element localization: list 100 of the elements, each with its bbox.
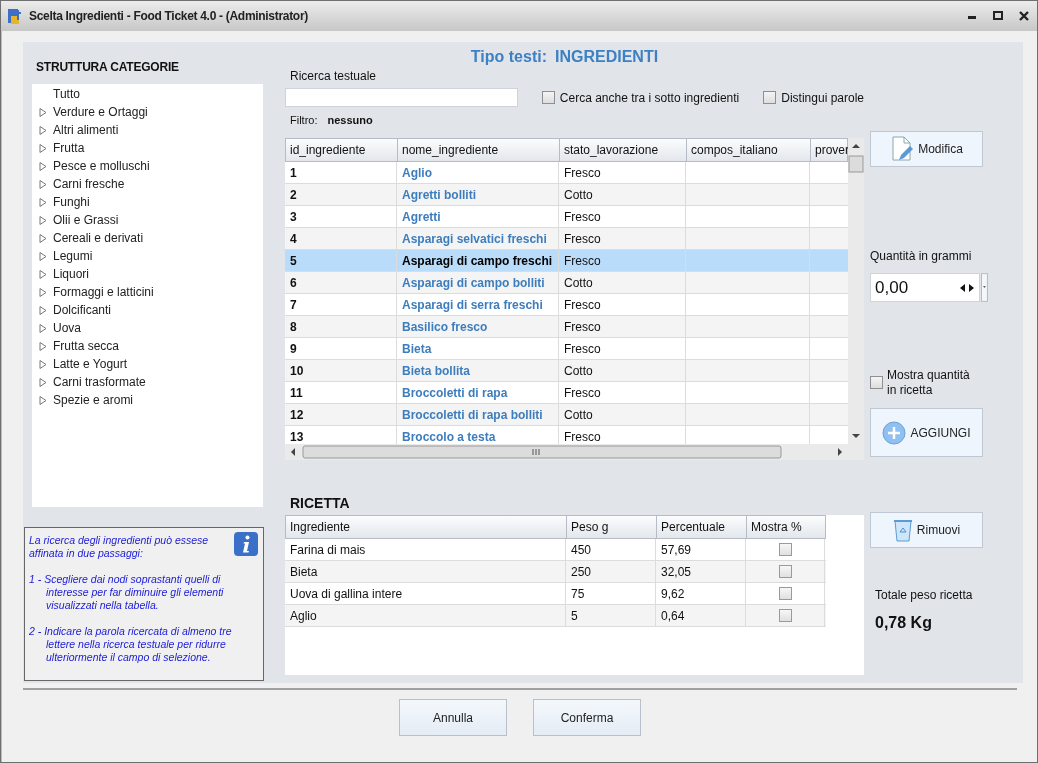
checkbox[interactable] [870, 376, 883, 389]
tree-item[interactable]: Tutto [53, 87, 80, 101]
column-header[interactable]: Ingrediente [286, 516, 567, 538]
table-row[interactable]: 2 Agretti bolliti Cotto [285, 184, 848, 206]
info-icon [234, 532, 258, 556]
table-row[interactable]: 4 Asparagi selvatici freschi Fresco [285, 228, 848, 250]
column-header[interactable]: stato_lavorazione [560, 139, 687, 161]
table-cell: Asparagi di campo bolliti [397, 272, 559, 293]
close-icon[interactable] [1017, 9, 1031, 23]
table-cell: Uova di gallina intere [285, 583, 566, 604]
column-header[interactable]: compos_italiano [687, 139, 811, 161]
add-button[interactable]: AGGIUNGI [870, 408, 983, 457]
table-cell: Fresco [559, 316, 686, 337]
plus-icon [882, 420, 907, 445]
table-cell: Aglio [397, 162, 559, 183]
tree-item[interactable]: Spezie e aromi [53, 393, 134, 407]
table-cell: Fresco [559, 228, 686, 249]
checkbox-label: Cerca anche tra i sotto ingredienti [559, 90, 740, 105]
table-cell: Fresco [559, 382, 686, 403]
table-cell: Broccoletti di rapa [397, 382, 559, 403]
column-header[interactable]: nome_ingrediente [398, 139, 560, 161]
table-row[interactable]: 6 Asparagi di campo bolliti Cotto [285, 272, 848, 294]
tree-item[interactable]: Liquori [53, 267, 90, 281]
table-cell: Broccoletti di rapa bolliti [397, 404, 559, 425]
search-field[interactable] [285, 88, 518, 107]
document-edit-icon [890, 136, 915, 162]
table-row[interactable]: 5 Asparagi di campo freschi Fresco [285, 250, 848, 272]
remove-button[interactable]: Rimuovi [870, 512, 983, 548]
checkbox[interactable] [541, 91, 555, 104]
column-header[interactable]: Mostra % [747, 516, 826, 538]
checkbox[interactable] [763, 91, 777, 104]
checkbox-label: Mostra quantità in ricetta [887, 368, 971, 398]
tree-item[interactable]: Altri alimenti [53, 123, 119, 137]
horizontal-scrollbar[interactable] [285, 444, 864, 460]
spin-arrows-icon[interactable] [959, 282, 976, 293]
table-cell: Bieta [285, 561, 566, 582]
table-cell: 0,64 [656, 605, 746, 626]
table-row[interactable]: 12 Broccoletti di rapa bolliti Cotto [285, 404, 848, 426]
tree-item[interactable]: Olii e Grassi [53, 213, 119, 227]
table-row[interactable]: 7 Asparagi di serra freschi Fresco [285, 294, 848, 316]
tree-item[interactable]: Latte e Yogurt [53, 357, 128, 371]
info-text: 1 - Scegliere dai nodi soprastanti quelli di interesse per far diminuire gli elementi visualizzati nella tabella. [29, 573, 225, 612]
tree-title: STRUTTURA CATEGORIE [36, 60, 180, 76]
table-cell: Basilico fresco [397, 316, 559, 337]
column-header[interactable]: Percentuale [657, 516, 747, 538]
vertical-scrollbar[interactable] [848, 138, 864, 444]
checkbox[interactable] [778, 543, 792, 556]
header-label: Tipo testi: [470, 48, 547, 66]
tree-item[interactable]: Funghi [53, 195, 90, 209]
table-row[interactable]: 3 Agretti Fresco [285, 206, 848, 228]
tree-item[interactable]: Carni trasformate [53, 375, 146, 389]
table-cell: 250 [566, 561, 656, 582]
tree-item[interactable]: Carni fresche [53, 177, 125, 191]
table-row[interactable]: 10 Bieta bollita Cotto [285, 360, 848, 382]
checkbox[interactable] [778, 565, 792, 578]
maximize-icon[interactable] [991, 9, 1005, 23]
tree-item[interactable]: Frutta [53, 141, 85, 155]
table-row[interactable]: 1 Aglio Fresco [285, 162, 848, 184]
table-cell: 4 [285, 228, 397, 249]
table-row[interactable]: 9 Bieta Fresco [285, 338, 848, 360]
tree-item[interactable]: Verdure e Ortaggi [53, 105, 148, 119]
table-cell: Cotto [559, 184, 686, 205]
info-text: 2 - Indicare la parola ricercata di almeno tre lettere nella ricerca testuale per ridurre ulteriormente il campo di selezione. [29, 625, 233, 664]
table-cell: 6 [285, 272, 397, 293]
filter-label: Filtro: [290, 113, 318, 126]
table-row[interactable]: 11 Broccoletti di rapa Fresco [285, 382, 848, 404]
table-cell: 11 [285, 382, 397, 403]
header-value: INGREDIENTI [555, 48, 659, 66]
table-cell: Fresco [559, 250, 686, 271]
table-cell: Fresco [559, 162, 686, 183]
recipe-title: RICETTA [290, 495, 351, 512]
table-cell: 9 [285, 338, 397, 359]
tree-item[interactable]: Cereali e derivati [53, 231, 144, 245]
table-cell: Fresco [559, 294, 686, 315]
table-row[interactable]: 8 Basilico fresco Fresco [285, 316, 848, 338]
checkbox[interactable] [778, 609, 792, 622]
tree-item[interactable]: Dolcificanti [53, 303, 112, 317]
edit-button[interactable]: Modifica [870, 131, 983, 167]
table-cell: 9,62 [656, 583, 746, 604]
checkbox[interactable] [778, 587, 792, 600]
filter-value: nessuno [327, 113, 373, 126]
dialog-button[interactable]: Annulla [399, 699, 507, 736]
table-cell: 5 [285, 250, 397, 271]
column-header[interactable]: id_ingrediente [286, 139, 398, 161]
dialog-button[interactable]: Conferma [533, 699, 641, 736]
table-cell: 75 [566, 583, 656, 604]
quantity-field[interactable]: 0,00 [870, 273, 981, 302]
tree-item[interactable]: Legumi [53, 249, 93, 263]
table-cell: Cotto [559, 404, 686, 425]
table-cell: Bieta bollita [397, 360, 559, 381]
table-cell: Asparagi selvatici freschi [397, 228, 559, 249]
tree-item[interactable]: Uova [53, 321, 81, 335]
table-cell: 12 [285, 404, 397, 425]
search-label: Ricerca testuale [290, 69, 378, 84]
tree-item[interactable]: Formaggi e latticini [53, 285, 154, 299]
checkbox-label: Distingui parole [781, 90, 864, 105]
table-cell: 7 [285, 294, 397, 315]
tree-item[interactable]: Pesce e molluschi [53, 159, 150, 173]
tree-item[interactable]: Frutta secca [53, 339, 120, 353]
column-header[interactable]: Peso g [567, 516, 657, 538]
